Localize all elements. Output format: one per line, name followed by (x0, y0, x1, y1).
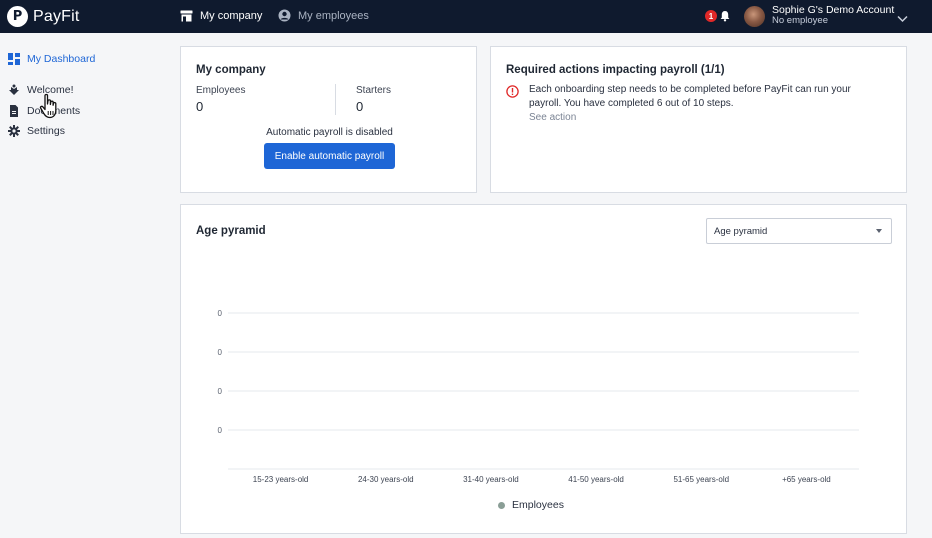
chevron-down-icon[interactable] (897, 12, 908, 23)
notifications[interactable]: 1 (705, 10, 731, 22)
x-tick-label: 15-23 years-old (253, 475, 309, 484)
document-icon (8, 105, 20, 117)
starters-label: Starters (356, 85, 392, 96)
stat-divider (335, 84, 336, 115)
legend-label-employees: Employees (512, 499, 564, 511)
top-bar: P PayFit My company My employees 1 Sophi… (0, 0, 932, 33)
payfit-logo[interactable]: P PayFit (7, 6, 80, 27)
legend-dot-employees (498, 501, 505, 509)
required-actions-title: Required actions impacting payroll (1/1) (506, 64, 725, 76)
y-tick-label: 0 (218, 387, 223, 396)
account-subtitle: No employee (772, 15, 828, 26)
sidebar-item-my-dashboard[interactable]: My Dashboard (8, 53, 95, 65)
x-tick-label: 24-30 years-old (358, 475, 414, 484)
automatic-payroll-status: Automatic payroll is disabled (266, 127, 393, 138)
required-action-message: Each onboarding step needs to be complet… (529, 84, 851, 109)
see-action-link[interactable]: See action (529, 112, 576, 123)
dashboard-icon (8, 53, 20, 65)
nav-my-employees[interactable]: My employees (278, 9, 369, 22)
nav-my-employees-label: My employees (298, 9, 369, 22)
my-company-card: My company Employees 0 Starters 0 Automa… (180, 46, 477, 193)
nav-my-company-label: My company (200, 9, 263, 22)
notification-badge: 1 (705, 10, 717, 22)
bell-icon (719, 10, 731, 22)
employees-count: 0 (196, 99, 204, 114)
nav-my-company[interactable]: My company (180, 9, 262, 22)
required-actions-card: Required actions impacting payroll (1/1)… (490, 46, 907, 193)
store-icon (180, 9, 193, 22)
enable-automatic-payroll-button[interactable]: Enable automatic payroll (264, 143, 395, 169)
account-name: Sophie G's Demo Account (772, 4, 895, 16)
chart-legend: Employees (498, 499, 564, 511)
avatar[interactable] (744, 6, 765, 27)
y-tick-label: 0 (218, 309, 223, 318)
age-pyramid-card: Age pyramid Age pyramid 0 0 0 0 15-23 years-… (180, 204, 907, 534)
employees-label: Employees (196, 85, 246, 96)
payfit-logo-icon: P (7, 6, 28, 27)
starters-count: 0 (356, 99, 364, 114)
sidebar-item-label: My Dashboard (27, 53, 96, 65)
user-circle-icon (278, 9, 291, 22)
welcome-icon (8, 84, 20, 96)
x-tick-label: 41-50 years-old (568, 475, 624, 484)
account-info[interactable]: Sophie G's Demo Account No employee (772, 5, 894, 26)
x-tick-label: 31-40 years-old (463, 475, 519, 484)
alert-circle-icon (506, 85, 519, 98)
sidebar-item-label: Settings (27, 125, 65, 137)
y-tick-label: 0 (218, 426, 223, 435)
x-tick-label: 51-65 years-old (673, 475, 729, 484)
gear-icon (8, 125, 20, 137)
sidebar: My Dashboard Welcome! Documents Settings (0, 33, 170, 538)
logo-text: PayFit (33, 7, 80, 25)
x-tick-label: +65 years-old (782, 475, 831, 484)
age-pyramid-chart: 0 0 0 0 15-23 years-old 24-30 years-old 31-40 … (218, 309, 859, 484)
hand-cursor-icon (38, 93, 62, 121)
y-tick-label: 0 (218, 348, 223, 357)
my-company-title: My company (196, 64, 266, 76)
sidebar-item-settings[interactable]: Settings (8, 125, 65, 137)
